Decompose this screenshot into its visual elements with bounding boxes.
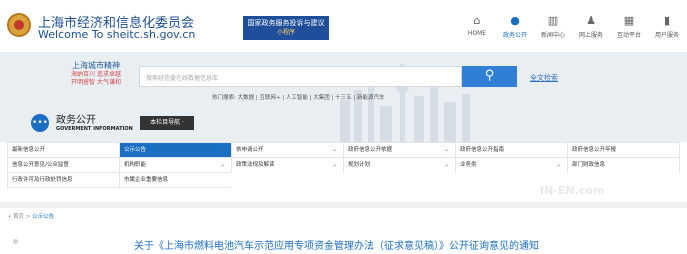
- breadcrumb-home[interactable]: 首页: [13, 214, 24, 220]
- column-nav-button[interactable]: 本栏目导航 ·: [140, 116, 194, 130]
- category-label: 行政许可及行政处罚信息: [12, 177, 73, 183]
- nav-user-service[interactable]: ▮ 用户服务: [651, 14, 683, 39]
- nav-label: 网上服务: [578, 32, 603, 39]
- category-plans[interactable]: 规划计划 ⌄: [343, 157, 456, 173]
- category-label: 最新信息公开: [12, 147, 46, 153]
- nav-online-service[interactable]: ♟ 网上服务: [575, 14, 607, 39]
- article-title-link[interactable]: 关于《上海市燃料电池汽车示范应用专项资金管理办法（征求意见稿）》公开征询意见的通…: [134, 237, 539, 252]
- building-icon: ▮: [663, 14, 671, 27]
- nav-label: 新闻中心: [540, 32, 565, 39]
- promo-subtitle: 小程序: [276, 29, 295, 36]
- site-subtitle: Welcome To sheitc.sh.gov.cn: [38, 28, 196, 41]
- chevron-down-icon: ⌄: [443, 146, 449, 153]
- nav-home[interactable]: ⌂ HOME: [461, 14, 493, 39]
- category-functions[interactable]: 机构职能 ⌄: [119, 157, 232, 173]
- section-subtitle: GOVERMENT INFORMATION: [56, 126, 133, 132]
- chevron-down-icon: ⌄: [555, 161, 561, 168]
- category-public-supervision[interactable]: 信息公开意见/公众监督: [7, 157, 120, 173]
- site-header: 上海市经济和信息化委员会 Welcome To sheitc.sh.gov.cn…: [0, 0, 687, 48]
- category-label: 公示公告: [124, 147, 147, 153]
- category-label: 规划计划: [348, 162, 371, 168]
- chevron-down-icon: ⌄: [331, 146, 337, 153]
- nav-label: 政务公开: [502, 32, 527, 39]
- nav-label: 用户服务: [654, 32, 679, 39]
- category-label: 机构职能: [124, 162, 147, 168]
- search-icon: ⚲: [484, 68, 495, 83]
- national-emblem-icon: [7, 13, 31, 37]
- category-empty: [343, 172, 456, 188]
- category-enterprises[interactable]: 市属企业重要信息: [119, 172, 232, 188]
- nav-interaction[interactable]: ▦ 互动平台: [613, 14, 645, 39]
- category-announcements[interactable]: 公示公告 ⌄: [119, 142, 232, 158]
- section-title: 政务公开: [56, 115, 96, 126]
- city-slogan: 上海城市精神 海纳百川 追求卓越 开明睿智 大气谦和: [56, 60, 136, 87]
- list-bullet-icon: [13, 239, 18, 244]
- nav-label: HOME: [467, 30, 487, 37]
- slogan-title: 上海城市精神: [72, 61, 120, 70]
- slogan-line: 开明睿智 大气谦和: [71, 79, 121, 86]
- home-icon: ⌂: [473, 14, 481, 27]
- category-on-request[interactable]: 依申请公开 ⌄: [231, 142, 344, 158]
- chevron-down-icon: ⌄: [219, 146, 225, 153]
- category-label: 信息公开意见/公众监督: [12, 162, 69, 168]
- category-label: 市属企业重要信息: [124, 177, 169, 183]
- category-disclosure-guide[interactable]: 政府信息公开指南: [455, 142, 568, 158]
- chevron-down-icon: ⌄: [219, 161, 225, 168]
- hot-search-words[interactable]: 热门搜索: 大数据 | 互联网+ | 人工智能 | 大集团 | 十三五 | 新能…: [212, 93, 384, 101]
- category-policies[interactable]: 政策法规及解读 ⌄: [231, 157, 344, 173]
- watermark: IN-EN.com: [540, 184, 605, 197]
- category-annual-report[interactable]: 政府信息公开年报: [567, 142, 680, 158]
- category-label: 依申请公开: [236, 147, 264, 153]
- nav-gov-info[interactable]: ● 政务公开: [499, 14, 531, 39]
- chevron-down-icon: ⌄: [331, 161, 337, 168]
- category-business[interactable]: 业务类 ⌄: [455, 157, 568, 173]
- search-input[interactable]: 搜索经信委在线数据信息库: [139, 66, 462, 87]
- nav-news[interactable]: ▥ 新闻中心: [537, 14, 569, 39]
- chat-icon: ●: [510, 14, 520, 27]
- category-empty: [231, 172, 344, 188]
- category-label: 政府信息公开依据: [348, 147, 393, 153]
- category-grid: 最新信息公开 公示公告 ⌄ 依申请公开 ⌄ 政府信息公开依据 ⌄ 政府信息公开指南 政…: [7, 142, 680, 188]
- book-icon: ▥: [547, 14, 559, 27]
- category-licensing[interactable]: 行政许可及行政处罚信息: [7, 172, 120, 188]
- category-label: 政府信息公开年报: [572, 147, 617, 153]
- gov-info-icon: •••: [31, 114, 49, 132]
- search-button[interactable]: ⚲: [462, 66, 517, 87]
- advanced-search-link[interactable]: 全文检索: [530, 73, 558, 83]
- category-finance[interactable]: 部门财政信息: [567, 157, 680, 173]
- breadcrumb: • 首页 > 公示公告: [8, 212, 54, 220]
- promo-banner[interactable]: 国家政务服务投诉与建议 小程序: [243, 16, 329, 40]
- promo-title: 国家政务服务投诉与建议: [247, 19, 325, 27]
- nav-label: 互动平台: [616, 32, 641, 39]
- people-icon: ♟: [586, 14, 596, 27]
- category-disclosure-basis[interactable]: 政府信息公开依据 ⌄: [343, 142, 456, 158]
- category-label: 政府信息公开指南: [460, 147, 505, 153]
- category-label: 业务类: [460, 162, 477, 168]
- grid-icon: ▦: [623, 14, 635, 27]
- category-label: 政策法规及解读: [236, 162, 275, 168]
- section-divider: [0, 202, 687, 208]
- category-latest-info[interactable]: 最新信息公开: [7, 142, 120, 158]
- breadcrumb-current[interactable]: 公示公告: [32, 214, 54, 220]
- chevron-down-icon: ⌄: [443, 161, 449, 168]
- category-label: 部门财政信息: [572, 162, 606, 168]
- slogan-line: 海纳百川 追求卓越: [71, 71, 121, 78]
- top-nav: ⌂ HOME ● 政务公开 ▥ 新闻中心 ♟ 网上服务 ▦ 互动平台 ▮ 用户服务: [455, 14, 683, 39]
